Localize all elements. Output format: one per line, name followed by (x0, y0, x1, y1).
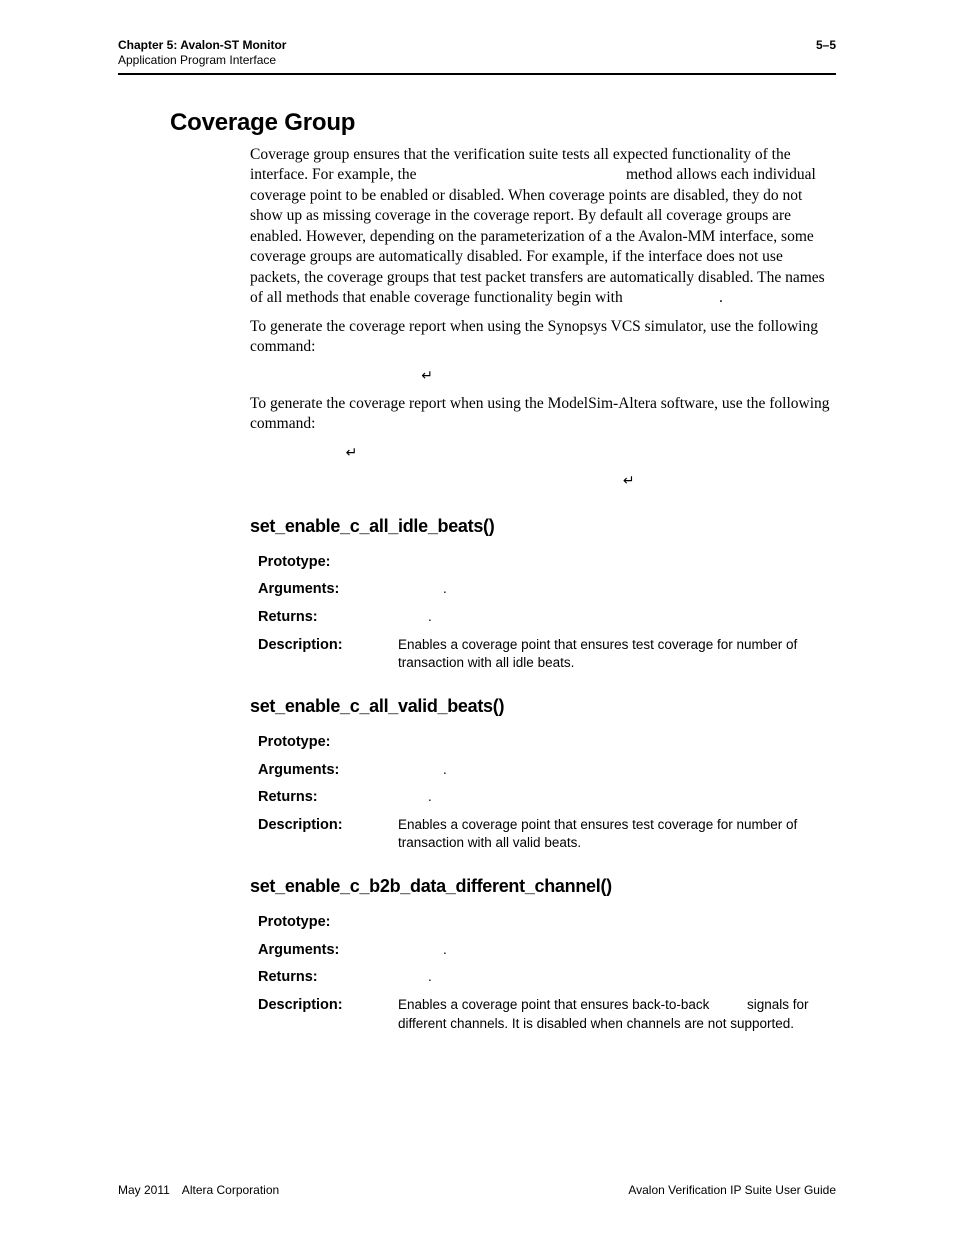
method-example-code: set_enable_c_illegal_cmd (420, 168, 622, 184)
api-label: Description: (258, 816, 398, 852)
api-value: void. (398, 788, 836, 808)
api-row-arguments: Arguments: enable. (258, 580, 836, 600)
header-rule (118, 73, 836, 75)
desc-code: data (713, 999, 743, 1013)
chapter-title: Chapter 5: Avalon-ST Monitor (118, 38, 286, 52)
command-1: urg -dir simv.vdb ↵ (270, 366, 836, 386)
command-2b: coverage report -details -file report.rp… (270, 471, 836, 491)
api-value: void set_enable_c_all_idle_beats(int ena… (398, 553, 836, 573)
prototype-code: void set_enable_c_all_valid_beats(int en… (398, 736, 743, 750)
api-label: Returns: (258, 968, 398, 988)
api-value: void set_enable_c_b2b_data_different_cha… (398, 913, 836, 933)
arg-tail: . (443, 762, 447, 777)
api-row-arguments: Arguments: enable. (258, 941, 836, 961)
api-label: Prototype: (258, 913, 398, 933)
api-label: Arguments: (258, 580, 398, 600)
prefix-example-code: set_enable_ (627, 291, 719, 307)
para1-tail: . (719, 289, 723, 306)
arg-code: enable (398, 944, 443, 958)
arg-code: enable (398, 764, 443, 778)
paragraph-2: To generate the coverage report when usi… (250, 317, 836, 358)
api-value: void. (398, 608, 836, 628)
api-value: void set_enable_c_all_valid_beats(int en… (398, 733, 836, 753)
prototype-code: void set_enable_c_all_idle_beats(int ena… (398, 556, 736, 570)
para1-body: method allows each individual coverage p… (250, 166, 825, 306)
api-heading: set_enable_c_all_idle_beats() (250, 516, 836, 537)
return-icon: ↵ (623, 472, 635, 488)
arg-tail: . (443, 581, 447, 596)
api-row-returns: Returns: void. (258, 608, 836, 628)
api-label: Description: (258, 996, 398, 1033)
api-value: Enables a coverage point that ensures te… (398, 816, 836, 852)
api-heading: set_enable_c_b2b_data_different_channel(… (250, 876, 836, 897)
footer-right: Avalon Verification IP Suite User Guide (628, 1183, 836, 1197)
cmd1-text: urg -dir simv.vdb (270, 369, 413, 385)
ret-code: void (398, 791, 428, 805)
api-row-returns: Returns: void. (258, 788, 836, 808)
ret-code: void (398, 611, 428, 625)
api-row-arguments: Arguments: enable. (258, 761, 836, 781)
api-label: Arguments: (258, 941, 398, 961)
cmd2b-text: coverage report -details -file report.rp… (270, 474, 614, 490)
api-label: Prototype: (258, 553, 398, 573)
return-icon: ↵ (421, 367, 433, 383)
page-number: 5–5 (816, 38, 836, 52)
api-row-description: Description: Enables a coverage point th… (258, 636, 836, 672)
desc-pre: Enables a coverage point that ensures ba… (398, 997, 713, 1012)
api-row-description: Description: Enables a coverage point th… (258, 816, 836, 852)
api-row-prototype: Prototype: void set_enable_c_all_idle_be… (258, 553, 836, 573)
api-value: enable. (398, 941, 836, 961)
api-label: Returns: (258, 608, 398, 628)
command-2a: run -all ↵ (270, 443, 836, 463)
paragraph-1: Coverage group ensures that the verifica… (250, 145, 836, 309)
paragraph-3: To generate the coverage report when usi… (250, 394, 836, 435)
api-row-returns: Returns: void. (258, 968, 836, 988)
arg-tail: . (443, 942, 447, 957)
prototype-code: void set_enable_c_b2b_data_different_cha… (398, 916, 826, 930)
ret-tail: . (428, 969, 432, 984)
cmd2a-text: run -all (270, 446, 337, 462)
section-heading: Coverage Group (170, 109, 836, 137)
api-label: Description: (258, 636, 398, 672)
api-label: Returns: (258, 788, 398, 808)
api-table: Prototype: void set_enable_c_all_valid_b… (258, 733, 836, 852)
api-value: enable. (398, 580, 836, 600)
arg-code: enable (398, 583, 443, 597)
ret-code: void (398, 971, 428, 985)
api-row-prototype: Prototype: void set_enable_c_all_valid_b… (258, 733, 836, 753)
api-value: Enables a coverage point that ensures te… (398, 636, 836, 672)
api-value: enable. (398, 761, 836, 781)
body-text-block: Coverage group ensures that the verifica… (250, 145, 836, 492)
api-row-description: Description: Enables a coverage point th… (258, 996, 836, 1033)
header-subtitle: Application Program Interface (118, 53, 836, 67)
page-header: Chapter 5: Avalon-ST Monitor 5–5 (118, 38, 836, 52)
api-label: Prototype: (258, 733, 398, 753)
page-footer: May 2011 Altera Corporation Avalon Verif… (118, 1183, 836, 1197)
api-label: Arguments: (258, 761, 398, 781)
api-table: Prototype: void set_enable_c_all_idle_be… (258, 553, 836, 672)
api-value: Enables a coverage point that ensures ba… (398, 996, 836, 1033)
api-value: void. (398, 968, 836, 988)
api-heading: set_enable_c_all_valid_beats() (250, 696, 836, 717)
footer-left: May 2011 Altera Corporation (118, 1183, 279, 1197)
ret-tail: . (428, 609, 432, 624)
api-row-prototype: Prototype: void set_enable_c_b2b_data_di… (258, 913, 836, 933)
return-icon: ↵ (346, 444, 358, 460)
ret-tail: . (428, 789, 432, 804)
api-table: Prototype: void set_enable_c_b2b_data_di… (258, 913, 836, 1033)
